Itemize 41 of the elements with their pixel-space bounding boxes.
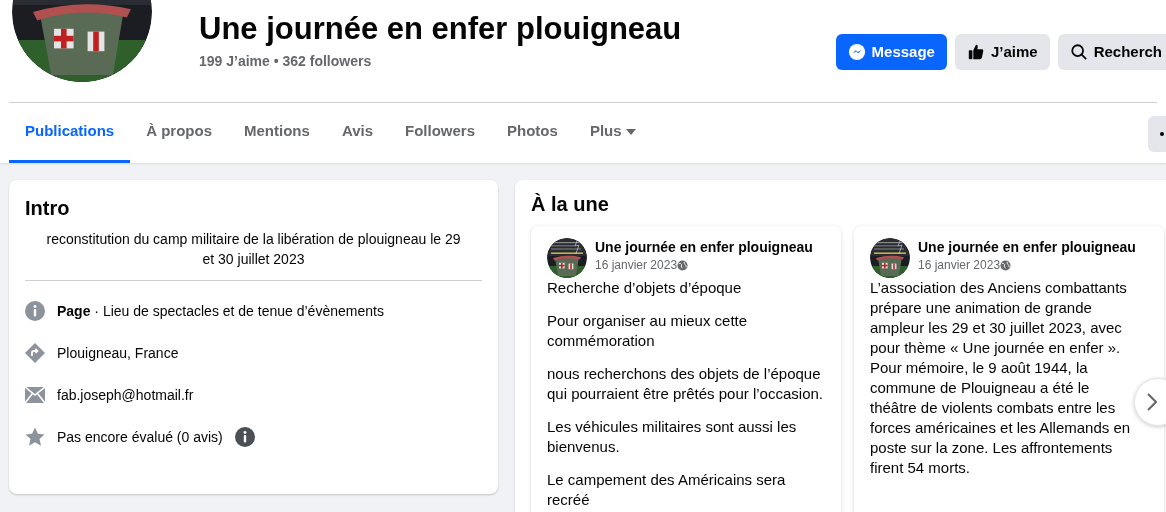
message-button[interactable]: Message [835,34,947,70]
search-icon [1069,43,1088,61]
star-icon [25,427,45,447]
post-text: Pour organiser au mieux cette commémoration [547,311,749,351]
page-title: Une journée en enfer plouigneau [199,10,682,48]
search-button[interactable]: Recherch [1057,34,1166,70]
intro-detail: Page · Lieu de spectacles et de tenue d’évènements [57,301,384,321]
tab[interactable]: Plus [573,103,652,163]
globe-icon [677,259,689,271]
post-author[interactable]: Une journée en enfer plouigneau [918,238,1136,256]
chevron-right-icon [1147,393,1157,411]
directions-icon [25,343,45,363]
info-icon [25,301,45,321]
tab[interactable]: Followers [389,103,492,163]
post-text: nous recherchons des objets de l’époque qui pourraient être prêtés pour l’occasion. [547,364,824,404]
tab[interactable]: Mentions [228,103,326,163]
like-button[interactable]: J’aime [954,34,1050,70]
tab[interactable]: Photos [491,103,574,163]
intro-detail: Pas encore évalué (0 avis) [57,427,223,447]
post-text: L’association des Anciens combattants prépare une animation de grande ampleur les 29 et 30 juillet 2023, avec pour thème « Une journée en enfer ». Pour mémoire, le 9 août 1944, la commune de Plouigneau a été le théâtre de violents combats entre les forces américaines et les Allemands en poste sur la zone. Les affrontements firent 54 morts. [870,278,1132,478]
intro-detail: Plouigneau, France [57,343,179,363]
post-text: Recherche d’objets d’époque [547,278,743,298]
post-text: Les véhicules militaires sont aussi les bienvenus. [547,417,798,457]
tab[interactable]: Avis [325,103,389,163]
info-icon[interactable] [234,427,255,447]
globe-icon [1000,259,1012,271]
messenger-icon [847,43,866,61]
intro-bio: reconstitution du camp militaire de la libération de plouigneau le 29 et 30 juillet 2023 [45,230,462,269]
intro-detail[interactable]: fab.joseph@hotmail.fr [57,384,194,406]
tab[interactable]: Publications [9,103,131,163]
tab[interactable]: À propos [130,103,229,163]
mail-icon [25,387,45,403]
post-date[interactable]: 16 janvier 2023 [918,256,1001,274]
page-stats[interactable]: 199 J’aime • 362 followers [199,51,682,72]
post-text: Le campement des Américains sera recréé [547,470,787,510]
intro-title: Intro [25,196,71,220]
post-author[interactable]: Une journée en enfer plouigneau [595,238,813,256]
dots-icon [1160,132,1166,136]
post-date[interactable]: 16 janvier 2023 [595,256,678,274]
thumbs-up-icon [966,43,985,61]
featured-title: À la une [531,192,610,216]
